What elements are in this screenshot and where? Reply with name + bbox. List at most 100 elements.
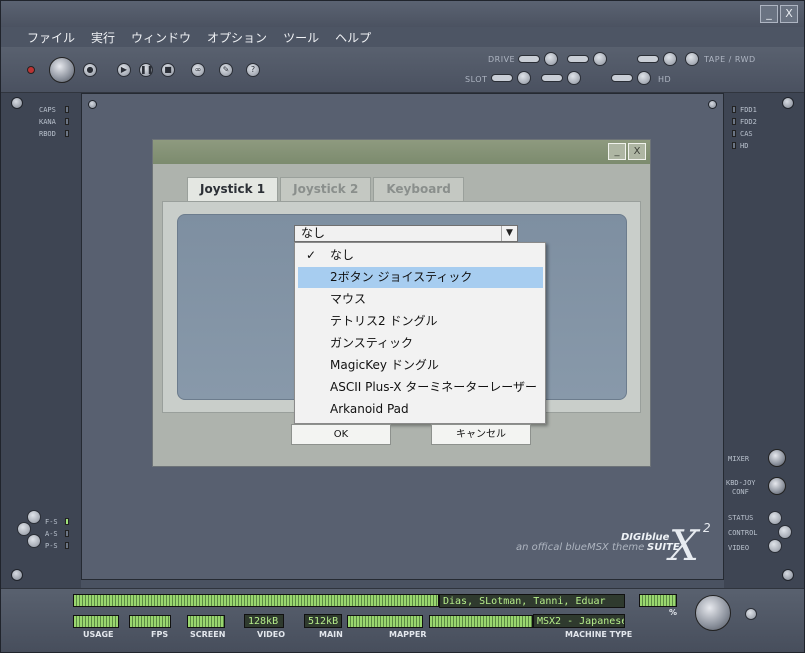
kbd-joy-label: KBD-JOY [726, 479, 756, 487]
caps-label: CAPS [39, 106, 56, 114]
cancel-button[interactable]: キャンセル [431, 424, 531, 445]
rbod-label: RBOD [39, 130, 56, 138]
video-rail-label: VIDEO [728, 544, 750, 552]
mapper-meter [347, 615, 423, 628]
toolbar: ● ▶ ❚❚ ■ ∞ ✎ ? DRIVE SLOT TAPE / RWD HD [1, 47, 804, 93]
fdd1-led-icon [732, 106, 736, 113]
volume-knob-icon[interactable] [695, 595, 731, 631]
screen-label: SCREEN [190, 630, 226, 639]
tape-rewind-button[interactable] [685, 52, 699, 66]
status-label: STATUS [728, 514, 754, 522]
menu-help[interactable]: ヘルプ [335, 29, 371, 46]
conf-label: CONF [732, 488, 749, 496]
credits-bar [73, 594, 439, 607]
dropdown-option[interactable]: ガンスティック [298, 333, 543, 354]
drive-label: DRIVE [488, 55, 516, 64]
hd-eject-button[interactable] [637, 71, 651, 85]
main-readout: 512kB [304, 614, 342, 628]
usage-meter [73, 615, 119, 628]
ok-button[interactable]: OK [291, 424, 391, 445]
dropdown-option[interactable]: ✓ なし [298, 245, 543, 266]
cas-label: CAS [740, 130, 753, 138]
title-bar[interactable]: _ X [1, 1, 804, 27]
drive-b-switch[interactable] [567, 55, 589, 63]
menu-file[interactable]: ファイル [27, 29, 75, 46]
chevron-down-icon[interactable]: ▼ [501, 226, 517, 241]
dialog-close-button[interactable]: X [628, 143, 646, 160]
dropdown-option[interactable]: Arkanoid Pad [298, 399, 543, 420]
machine-meter [429, 615, 533, 628]
screw-icon [782, 569, 794, 581]
wrench-button[interactable]: ✎ [219, 63, 233, 77]
tab-joystick-1[interactable]: Joystick 1 [187, 177, 279, 201]
kbd-joy-knob-icon[interactable] [768, 477, 786, 495]
hd-rail-label: HD [740, 142, 749, 150]
tape-switch[interactable] [637, 55, 659, 63]
machine-type-readout: MSX2 - Japanese [533, 614, 625, 628]
minimize-button[interactable]: _ [760, 5, 778, 23]
slot-b-switch[interactable] [541, 74, 563, 82]
dialog-minimize-button[interactable]: _ [608, 143, 626, 160]
rbod-led-icon [65, 130, 69, 137]
menu-window[interactable]: ウィンドウ [131, 29, 191, 46]
dropdown-option[interactable]: テトリス2 ドングル [298, 311, 543, 332]
hd-label: HD [658, 75, 672, 84]
tape-eject-button[interactable] [663, 52, 677, 66]
play-button[interactable]: ▶ [117, 63, 131, 77]
slot-a-switch[interactable] [491, 74, 513, 82]
power-knob-icon[interactable] [49, 57, 75, 83]
fs-top-button[interactable] [27, 510, 41, 524]
screw-icon [11, 97, 23, 109]
tab-joystick-2[interactable]: Joystick 2 [280, 177, 372, 201]
slot-b-eject-button[interactable] [567, 71, 581, 85]
credits-readout: Dias, SLotman, Tanni, Eduar [439, 594, 625, 608]
menu-bar: ファイル 実行 ウィンドウ オプション ツール ヘルプ [1, 27, 804, 47]
status-panel: Dias, SLotman, Tanni, Eduar 128kB 512kB … [1, 588, 804, 652]
as-led-icon [65, 530, 69, 537]
machine-type-label: MACHINE TYPE [565, 630, 633, 639]
fdd2-label: FDD2 [740, 118, 757, 126]
screw-icon [782, 97, 794, 109]
mixer-label: MIXER [728, 455, 750, 463]
bluemsx-window: _ X ファイル 実行 ウィンドウ オプション ツール ヘルプ ● ▶ ❚❚ ■… [0, 0, 805, 653]
power-led-icon [27, 66, 35, 74]
help-button[interactable]: ? [246, 63, 260, 77]
screw-icon [88, 100, 97, 109]
joystick-type-select[interactable]: なし ▼ [294, 225, 518, 242]
hd-switch[interactable] [611, 74, 633, 82]
close-button[interactable]: X [780, 5, 798, 23]
drive-a-eject-button[interactable] [544, 52, 558, 66]
fs-button[interactable] [17, 522, 31, 536]
left-rail: CAPS KANA RBOD F-S A-S P-S [1, 93, 81, 588]
menu-run[interactable]: 実行 [91, 29, 115, 46]
psk-label: P-S [45, 542, 58, 550]
fs-led-icon [65, 518, 69, 525]
mixer-knob-icon[interactable] [768, 449, 786, 467]
hd-led-icon [732, 142, 736, 149]
dropdown-option[interactable]: ASCII Plus-X ターミネーターレーザー [298, 377, 543, 398]
psk-led-icon [65, 542, 69, 549]
dropdown-option[interactable]: MagicKey ドングル [298, 355, 543, 376]
dialog-title-bar[interactable]: _ X [153, 140, 650, 164]
reset-button[interactable]: ● [83, 63, 97, 77]
percent-label: % [669, 608, 678, 617]
drive-b-eject-button[interactable] [593, 52, 607, 66]
pause-button[interactable]: ❚❚ [139, 63, 153, 77]
control-button[interactable] [778, 525, 792, 539]
mapper-label: MAPPER [389, 630, 427, 639]
kana-label: KANA [39, 118, 56, 126]
screen-meter [187, 615, 225, 628]
link-button[interactable]: ∞ [191, 63, 205, 77]
slot-a-eject-button[interactable] [517, 71, 531, 85]
menu-tools[interactable]: ツール [283, 29, 319, 46]
status-button[interactable] [768, 511, 782, 525]
stop-button[interactable]: ■ [161, 63, 175, 77]
menu-options[interactable]: オプション [207, 29, 267, 46]
mute-button[interactable] [745, 608, 757, 620]
drive-a-switch[interactable] [518, 55, 540, 63]
dropdown-option[interactable]: マウス [298, 289, 543, 310]
dropdown-option[interactable]: 2ボタン ジョイスティック [298, 267, 543, 288]
ps-button[interactable] [27, 534, 41, 548]
tab-keyboard[interactable]: Keyboard [373, 177, 464, 201]
video-button[interactable] [768, 539, 782, 553]
